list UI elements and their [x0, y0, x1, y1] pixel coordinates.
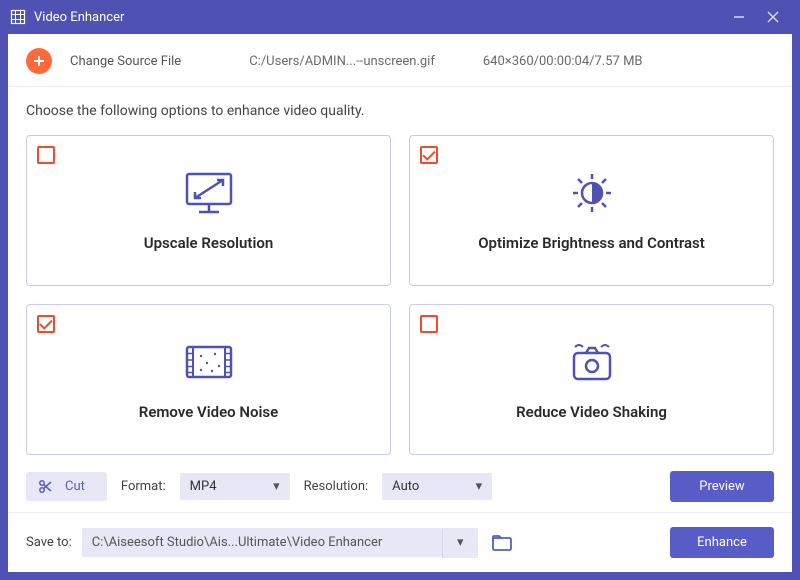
close-button[interactable] — [756, 0, 790, 34]
controls-row: Cut Format: MP4 ▾ Resolution: Auto ▾ Pre… — [26, 455, 774, 502]
checkbox-shaking[interactable] — [420, 315, 438, 333]
app-icon — [10, 9, 26, 25]
titlebar: Video Enhancer — [0, 0, 800, 34]
scissors-icon — [38, 479, 53, 494]
save-to-label: Save to: — [26, 535, 72, 550]
format-value: MP4 — [190, 479, 217, 494]
resolution-select[interactable]: Auto ▾ — [382, 473, 492, 500]
format-select[interactable]: MP4 ▾ — [180, 473, 290, 500]
enhance-button[interactable]: Enhance — [670, 527, 774, 558]
caret-down-icon: ▾ — [273, 479, 280, 494]
prompt-text: Choose the following options to enhance … — [26, 103, 774, 119]
filmstrip-icon — [181, 339, 237, 389]
minimize-button[interactable] — [722, 0, 756, 34]
preview-button[interactable]: Preview — [670, 471, 774, 502]
source-path: C:/Users/ADMIN...--unscreen.gif — [249, 54, 435, 69]
source-row: Change Source File C:/Users/ADMIN...--un… — [8, 34, 792, 87]
plus-icon — [32, 54, 46, 68]
option-noise-label: Remove Video Noise — [139, 403, 278, 421]
save-path-field[interactable]: C:\Aiseesoft Studio\Ais...Ultimate\Video… — [82, 528, 442, 557]
monitor-icon — [181, 170, 237, 220]
save-path-dropdown[interactable]: ▾ — [442, 528, 478, 558]
option-remove-noise[interactable]: Remove Video Noise — [26, 304, 391, 455]
option-reduce-shaking[interactable]: Reduce Video Shaking — [409, 304, 774, 455]
folder-icon — [492, 535, 512, 551]
main-panel: Change Source File C:/Users/ADMIN...--un… — [8, 34, 792, 572]
resolution-label: Resolution: — [304, 479, 369, 494]
save-path-value: C:\Aiseesoft Studio\Ais...Ultimate\Video… — [92, 535, 383, 550]
source-info: 640×360/00:00:04/7.57 MB — [483, 54, 643, 69]
option-upscale-label: Upscale Resolution — [144, 234, 273, 252]
window-title: Video Enhancer — [34, 10, 124, 25]
cut-button[interactable]: Cut — [26, 472, 107, 501]
checkbox-noise[interactable] — [37, 315, 55, 333]
option-brightness-label: Optimize Brightness and Contrast — [478, 234, 705, 252]
brightness-icon — [564, 170, 620, 220]
resolution-value: Auto — [392, 479, 419, 494]
option-shaking-label: Reduce Video Shaking — [516, 403, 667, 421]
camera-shake-icon — [564, 339, 620, 389]
checkbox-upscale[interactable] — [37, 146, 55, 164]
options-grid: Upscale Resolution Optimize Brightness a… — [26, 135, 774, 455]
change-source-label[interactable]: Change Source File — [70, 54, 181, 69]
checkbox-brightness[interactable] — [420, 146, 438, 164]
open-folder-button[interactable] — [488, 531, 516, 555]
cut-label: Cut — [65, 479, 85, 494]
option-upscale-resolution[interactable]: Upscale Resolution — [26, 135, 391, 286]
option-brightness-contrast[interactable]: Optimize Brightness and Contrast — [409, 135, 774, 286]
caret-down-icon: ▾ — [476, 479, 483, 494]
footer-row: Save to: C:\Aiseesoft Studio\Ais...Ultim… — [8, 512, 792, 572]
format-label: Format: — [121, 479, 166, 494]
change-source-button[interactable] — [26, 48, 52, 74]
